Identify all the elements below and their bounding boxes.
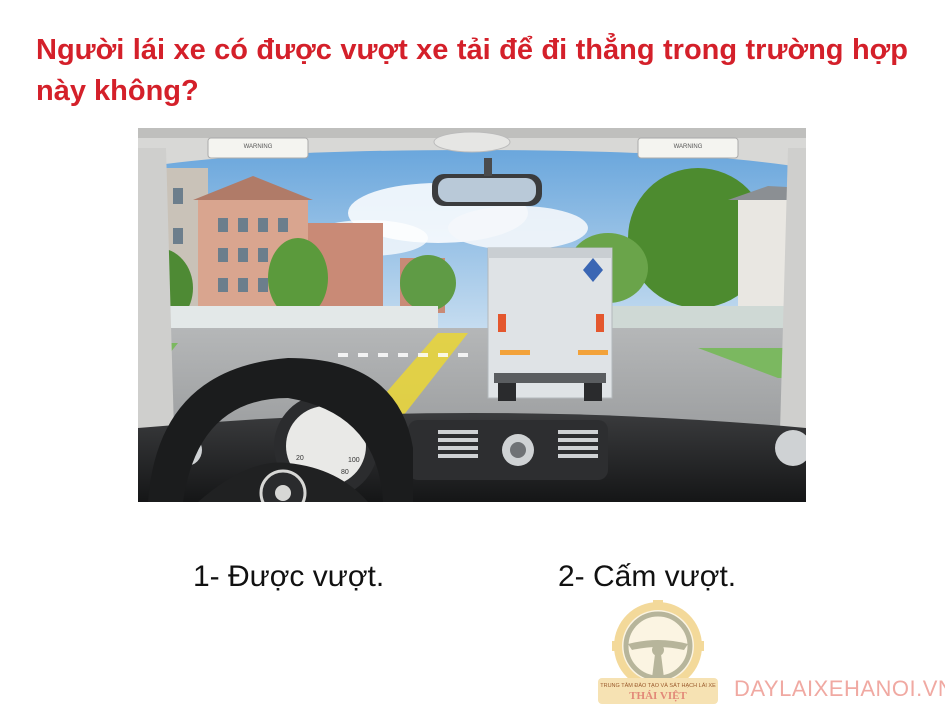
sun-visor-label-left: WARNING	[244, 144, 273, 150]
steering-wheel-gear-logo-icon: TRUNG TÂM ĐÀO TẠO VÀ SÁT HẠCH LÁI XE THÁ…	[598, 600, 718, 704]
question-text: Người lái xe có được vượt xe tải để đi t…	[36, 34, 908, 107]
answer-option-1[interactable]: 1- Được vượt.	[193, 560, 384, 594]
speedometer-tick-80: 80	[341, 469, 349, 476]
speedometer-tick-20: 20	[296, 455, 304, 462]
logo-text-top: TRUNG TÂM ĐÀO TẠO VÀ SÁT HẠCH LÁI XE	[600, 682, 716, 689]
sun-visor-label-right: WARNING	[674, 144, 703, 150]
site-watermark: DAYLAIXEHANOI.VN	[734, 676, 945, 701]
answer-option-2[interactable]: 2- Cấm vượt.	[558, 560, 736, 594]
speedometer-tick-100: 100	[348, 457, 360, 464]
logo-text-bottom: THÁI VIỆT	[629, 689, 687, 702]
dashboard-scene-image: WARNING WARNING 20 40 60 80 100	[138, 128, 806, 502]
